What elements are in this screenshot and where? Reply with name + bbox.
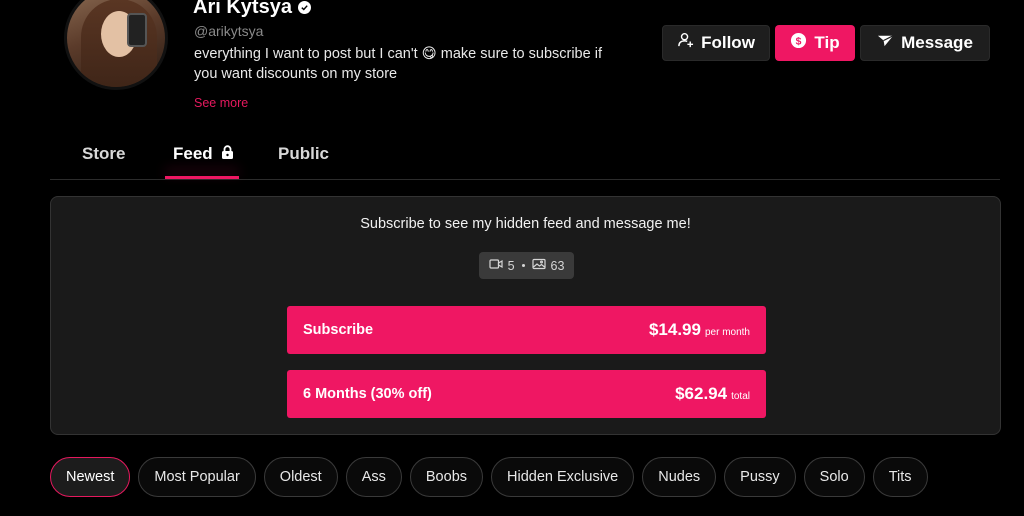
- filter-chip-newest[interactable]: Newest: [50, 457, 131, 497]
- tab-store[interactable]: Store: [82, 144, 125, 164]
- profile-handle: @arikytsya: [194, 23, 264, 39]
- send-icon: [877, 32, 894, 54]
- plan-price: $62.94: [675, 384, 728, 403]
- image-icon: [531, 258, 546, 273]
- plan-price: $14.99: [648, 320, 701, 339]
- message-button[interactable]: Message: [860, 25, 990, 61]
- svg-text:$: $: [796, 36, 802, 47]
- media-counts: 5 63: [479, 252, 574, 279]
- lock-icon: [221, 144, 234, 164]
- name-row: Ari Kytsya: [193, 0, 311, 19]
- plan-label: Subscribe: [303, 322, 374, 338]
- subscribe-prompt: Subscribe to see my hidden feed and mess…: [360, 216, 691, 232]
- add-user-icon: [677, 32, 694, 54]
- plan-price-note: total: [731, 391, 750, 402]
- follow-label: Follow: [701, 33, 755, 52]
- avatar-phone: [127, 13, 147, 47]
- profile-page: Ari Kytsya @arikytsya everything I want …: [0, 0, 1024, 516]
- message-label: Message: [901, 33, 973, 52]
- tab-public-label: Public: [278, 144, 330, 163]
- video-count: 5: [507, 258, 515, 273]
- plan-price-group: $62.94 total: [675, 384, 750, 404]
- filter-chip-most-popular[interactable]: Most Popular: [138, 457, 256, 497]
- subscribe-monthly-button[interactable]: Subscribe $14.99 per month: [287, 306, 766, 354]
- tab-feed-label: Feed: [173, 144, 213, 163]
- tab-public[interactable]: Public: [278, 144, 329, 164]
- profile-bio: everything I want to post but I can't 😋 …: [194, 46, 602, 82]
- profile-tabs: Store Feed Public: [50, 136, 1000, 180]
- follow-button[interactable]: Follow: [662, 25, 770, 61]
- subscribe-6-months-button[interactable]: 6 Months (30% off) $62.94 total: [287, 370, 766, 418]
- filter-chips: Newest Most Popular Oldest Ass Boobs Hid…: [50, 457, 928, 497]
- photo-count: 63: [550, 258, 565, 273]
- separator-dot: [521, 264, 525, 267]
- video-icon: [488, 258, 503, 273]
- tip-button[interactable]: $ Tip: [775, 25, 855, 61]
- filter-chip-oldest[interactable]: Oldest: [263, 457, 338, 497]
- plan-label: 6 Months (30% off): [303, 386, 432, 402]
- tab-feed[interactable]: Feed: [173, 144, 234, 164]
- filter-chip-ass[interactable]: Ass: [345, 457, 402, 497]
- filter-chip-hidden-exclusive[interactable]: Hidden Exclusive: [491, 457, 635, 497]
- filter-chip-tits[interactable]: Tits: [872, 457, 928, 497]
- profile-name: Ari Kytsya: [193, 0, 292, 18]
- plan-price-group: $14.99 per month: [649, 320, 750, 340]
- tab-store-label: Store: [82, 144, 126, 163]
- tip-label: Tip: [814, 33, 840, 52]
- avatar[interactable]: [64, 0, 168, 90]
- verified-badge-icon: [297, 1, 311, 14]
- see-more-link[interactable]: See more: [194, 96, 248, 110]
- filter-chip-pussy[interactable]: Pussy: [724, 457, 796, 497]
- subscribe-panel: Subscribe to see my hidden feed and mess…: [50, 196, 1001, 435]
- filter-chip-solo[interactable]: Solo: [803, 457, 865, 497]
- filter-chip-boobs[interactable]: Boobs: [409, 457, 484, 497]
- plan-price-note: per month: [704, 327, 750, 338]
- profile-actions: Follow $ Tip Message: [662, 25, 990, 61]
- dollar-coin-icon: $: [790, 32, 807, 54]
- active-tab-indicator: [165, 176, 239, 179]
- filter-chip-nudes[interactable]: Nudes: [642, 457, 717, 497]
